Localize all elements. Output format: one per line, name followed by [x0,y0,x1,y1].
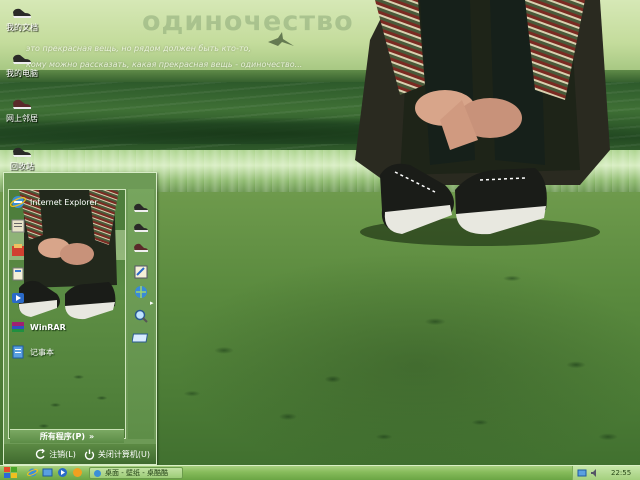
logoff-button[interactable]: 注销(L) [35,448,76,460]
all-programs-button[interactable]: 所有程序(P) » [10,429,124,443]
sneaker-icon [13,147,31,157]
internet-explorer-icon[interactable] [27,467,38,478]
start-menu-footer: 注销(L) 关闭计算机(U) [4,444,156,464]
winrar-icon [12,322,24,332]
desktop-icon-label: 回收站 [10,162,34,171]
taskbar-window-title: 桌面 - 壁纸 - 桌酷酷 [105,469,168,477]
sneaker-icon[interactable] [132,241,150,255]
volume-icon[interactable] [590,468,600,478]
sneaker-icon [13,8,31,18]
desktop-icon-label: 我的电脑 [6,69,38,78]
menu-item-internet-explorer[interactable]: Internet Explorer [10,193,98,211]
notepad-icon [12,345,24,359]
menu-item-label: Internet Explorer [30,197,98,207]
sneaker-icon [13,99,31,109]
menu-item-label: WinRAR [30,322,66,332]
desktop-icon-my-computer[interactable]: 我的电脑 [2,52,42,79]
sneaker-icon[interactable] [132,201,150,215]
start-menu-person-image [9,190,125,320]
network-tray-icon[interactable] [577,468,587,478]
sneaker-icon[interactable] [132,221,150,235]
logoff-icon [36,448,46,459]
menu-item-3[interactable] [10,241,30,259]
media-icon [12,293,24,303]
person-illustration [355,0,610,246]
menu-item-5[interactable] [10,289,30,307]
desktop-icon-label: 我的文档 [6,23,38,32]
notepad-folder-icon [11,219,25,233]
menu-item-2[interactable] [10,217,30,235]
taskbar: 桌面 - 壁纸 - 桌酷酷 22:55 [0,465,640,480]
power-icon [84,449,95,460]
chevron-right-icon: » [89,432,95,441]
chevron-right-icon: ▸ [150,299,154,307]
shutdown-button[interactable]: 关闭计算机(U) [84,449,150,460]
start-menu-places-panel: ▸ [128,189,154,439]
show-desktop-icon[interactable] [42,467,53,478]
start-button[interactable] [0,466,20,480]
run-icon[interactable] [132,331,150,345]
menu-item-winrar[interactable]: WinRAR [10,318,66,336]
shutdown-label: 关闭计算机(U) [97,449,150,459]
windows-logo-icon [3,467,17,478]
logoff-label: 注销(L) [49,449,76,459]
system-tray: 22:55 [572,466,640,480]
sneaker-icon [13,54,31,64]
media-player-icon[interactable] [57,467,68,478]
menu-item-label: 记事本 [30,347,54,357]
wallpaper-text-line: кому можно рассказать, какая прекрасная … [26,60,303,69]
clock[interactable]: 22:55 [611,469,631,477]
start-menu: Internet Explorer WinRAR 记事本 所有程序(P) » ▸… [3,172,157,465]
control-panel-icon[interactable] [132,265,150,279]
search-icon[interactable] [132,309,150,323]
desktop-icon-label: 网上邻居 [6,114,38,123]
desktop-icon-my-documents[interactable]: 我的文档 [2,6,42,33]
desktop-icon-network-places[interactable]: 网上邻居 [2,97,42,124]
quick-launch-icon[interactable] [72,467,83,478]
wallpaper-text-line: это прекрасная вещь, но рядом должен быт… [26,44,251,53]
menu-item-4[interactable] [10,265,30,283]
internet-explorer-icon [94,469,101,477]
taskbar-window-button[interactable]: 桌面 - 壁纸 - 桌酷酷 [89,467,183,479]
internet-explorer-icon [10,196,26,208]
paint-icon [12,244,24,256]
desktop-icon-recycle-bin[interactable]: 回收站 [2,145,42,172]
menu-item-notepad[interactable]: 记事本 [10,343,54,361]
all-programs-label: 所有程序(P) [39,432,85,441]
network-icon[interactable] [132,285,150,299]
files-icon [12,267,24,281]
wallpaper-title: одиночество [142,6,354,37]
